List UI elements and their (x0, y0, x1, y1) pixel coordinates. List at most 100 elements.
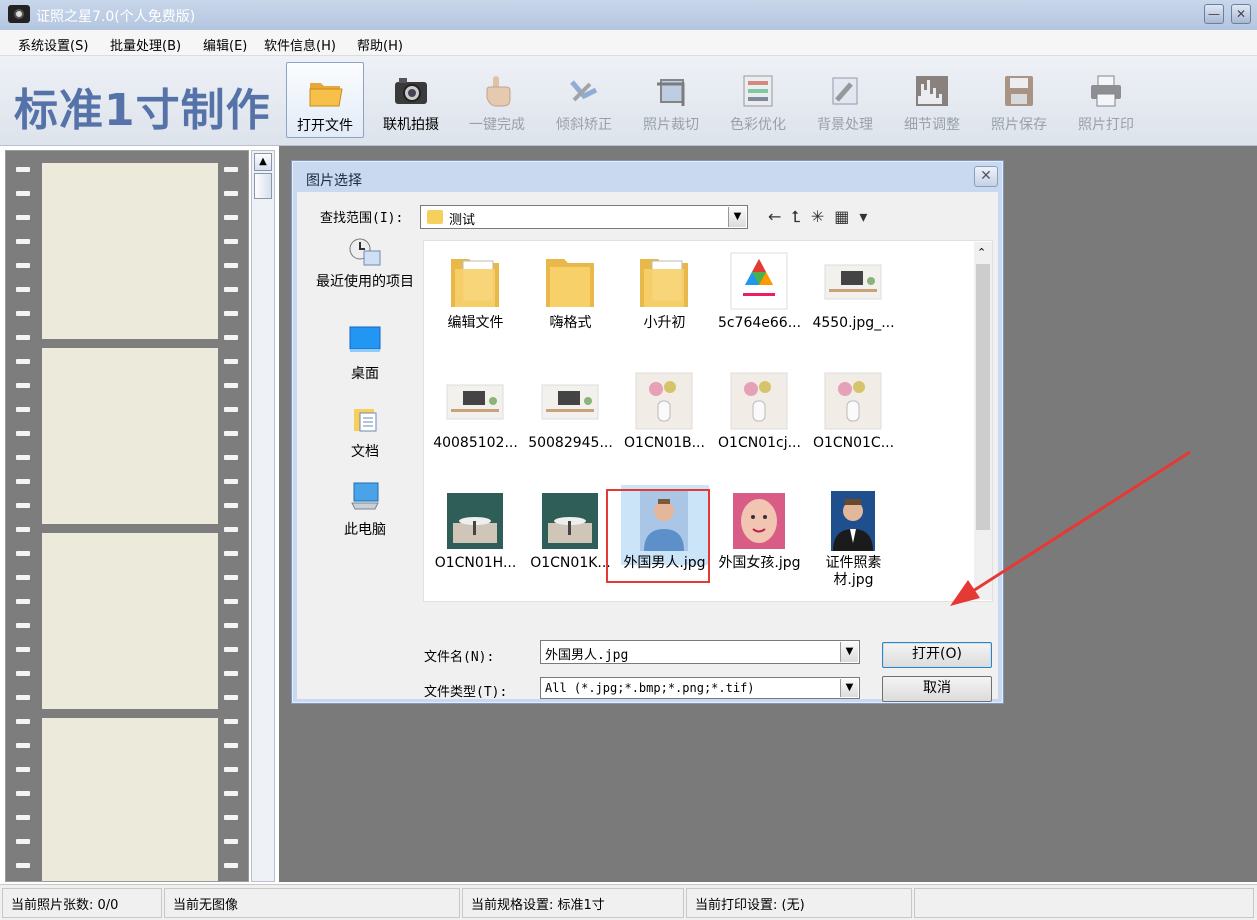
close-button[interactable]: ✕ (1231, 4, 1251, 24)
menu-batch[interactable]: 批量处理(B) (110, 35, 181, 54)
menu-help[interactable]: 帮助(H) (357, 35, 403, 54)
folder-icon (427, 210, 443, 224)
scroll-up-icon[interactable]: ▲ (254, 153, 272, 171)
film-perforation (224, 599, 238, 604)
back-arrow-icon[interactable]: ← (768, 207, 791, 226)
film-scrollbar[interactable]: ▲ (251, 150, 275, 882)
folder-icon (445, 251, 505, 311)
filetype-select[interactable]: All (*.jpg;*.bmp;*.png;*.tif) ▼ (540, 677, 860, 699)
cancel-button[interactable]: 取消 (882, 676, 992, 702)
file-item[interactable]: O1CN01H... (428, 483, 523, 593)
film-perforation (16, 215, 30, 220)
file-item[interactable]: O1CN01K... (523, 483, 618, 593)
chevron-down-icon[interactable]: ▼ (840, 642, 858, 662)
lookin-value: 测试 (449, 213, 476, 228)
film-perforation (224, 671, 238, 676)
file-item[interactable]: 嗨格式 (523, 243, 618, 353)
film-perforation (224, 863, 238, 868)
scroll-thumb[interactable] (254, 173, 272, 199)
place-desktop[interactable]: 桌面 (309, 325, 421, 383)
file-item[interactable]: O1CN01cj... (712, 363, 807, 473)
toolbar: 标准1寸制作 打开文件 联机拍摄 一键完成 倾斜矫正 照片裁切 色彩优化 背景处… (0, 56, 1257, 146)
film-perforation (224, 503, 238, 508)
camera-capture-button[interactable]: 联机拍摄 (372, 62, 450, 138)
tilt-correction-button[interactable]: 倾斜矫正 (545, 62, 623, 138)
film-perforation (224, 695, 238, 700)
film-perforation (16, 431, 30, 436)
tool-label: 背景处理 (817, 117, 873, 133)
film-perforation (16, 575, 30, 580)
tool-label: 照片保存 (991, 117, 1047, 133)
rotate-arrows-icon (570, 80, 598, 102)
film-perforation (224, 311, 238, 316)
menu-edit[interactable]: 编辑(E) (203, 35, 247, 54)
menu-system-settings[interactable]: 系统设置(S) (18, 35, 88, 54)
film-frame[interactable] (42, 163, 218, 339)
one-click-button[interactable]: 一键完成 (458, 62, 536, 138)
file-item[interactable]: 小升初 (617, 243, 712, 353)
film-perforation (224, 431, 238, 436)
file-item[interactable]: 40085102... (428, 363, 523, 473)
status-photo-count: 当前照片张数: 0/0 (2, 888, 162, 918)
film-perforation (224, 167, 238, 172)
view-menu-icon[interactable]: ▦▾ (834, 207, 877, 226)
image-thumbnail (634, 371, 694, 431)
place-this-pc[interactable]: 此电脑 (309, 481, 421, 539)
film-frame[interactable] (42, 718, 218, 881)
film-perforation (16, 503, 30, 508)
film-perforation (224, 191, 238, 196)
crop-icon (657, 79, 685, 106)
chevron-down-icon[interactable]: ▼ (840, 679, 858, 697)
menu-software-info[interactable]: 软件信息(H) (264, 35, 336, 54)
place-documents[interactable]: 文档 (309, 403, 421, 461)
documents-icon (354, 409, 377, 432)
status-spec: 当前规格设置: 标准1寸 (462, 888, 684, 918)
folder-icon (634, 251, 694, 311)
file-item[interactable]: 编辑文件 (428, 243, 523, 353)
dialog-close-button[interactable]: ✕ (974, 166, 998, 187)
detail-adjust-button[interactable]: 细节调整 (893, 62, 971, 138)
file-name: 4550.jpg_... (812, 315, 895, 331)
file-name: O1CN01cj... (718, 435, 801, 451)
film-frame[interactable] (42, 533, 218, 709)
film-perforation (224, 479, 238, 484)
file-name: 证件照素材.jpg (825, 555, 882, 588)
film-perforation (224, 383, 238, 388)
film-perforation (224, 359, 238, 364)
file-name: 50082945... (528, 435, 613, 451)
image-thumbnail (445, 491, 505, 551)
file-item[interactable]: O1CN01B... (617, 363, 712, 473)
tool-label: 细节调整 (904, 117, 960, 133)
open-file-button[interactable]: 打开文件 (286, 62, 364, 138)
background-process-button[interactable]: 背景处理 (806, 62, 884, 138)
film-perforation (224, 407, 238, 412)
file-item[interactable]: 外国女孩.jpg (712, 483, 807, 593)
color-optimize-button[interactable]: 色彩优化 (719, 62, 797, 138)
file-item[interactable]: 5c764e66... (712, 243, 807, 353)
file-item[interactable]: 50082945... (523, 363, 618, 473)
photo-crop-button[interactable]: 照片裁切 (632, 62, 710, 138)
film-frame[interactable] (42, 348, 218, 524)
file-item[interactable]: 4550.jpg_... (806, 243, 901, 353)
file-item[interactable]: O1CN01C... (806, 363, 901, 473)
film-perforation (16, 623, 30, 628)
lookin-dropdown[interactable]: 测试 ▼ (420, 205, 748, 229)
thumbnail-film-strip[interactable] (5, 150, 249, 882)
photo-save-button[interactable]: 照片保存 (980, 62, 1058, 138)
chevron-down-icon[interactable]: ▼ (728, 207, 746, 227)
filename-label: 文件名(N): (424, 650, 495, 665)
photo-print-button[interactable]: 照片打印 (1067, 62, 1145, 138)
up-folder-icon[interactable]: ⮤ (791, 207, 810, 226)
minimize-button[interactable]: — (1204, 4, 1224, 24)
file-item[interactable]: 证件照素材.jpg (806, 483, 901, 593)
filename-field[interactable]: 外国男人.jpg ▼ (540, 640, 860, 664)
film-perforation (16, 167, 30, 172)
image-thumbnail (445, 371, 505, 431)
file-name: 40085102... (433, 435, 518, 451)
scroll-up-icon[interactable]: ⌃ (977, 246, 986, 259)
status-print: 当前打印设置: (无) (686, 888, 912, 918)
place-recent[interactable]: 最近使用的项目 (309, 237, 421, 290)
film-perforation (224, 455, 238, 460)
open-button[interactable]: 打开(O) (882, 642, 992, 668)
new-folder-icon[interactable]: ✳ (811, 207, 834, 226)
